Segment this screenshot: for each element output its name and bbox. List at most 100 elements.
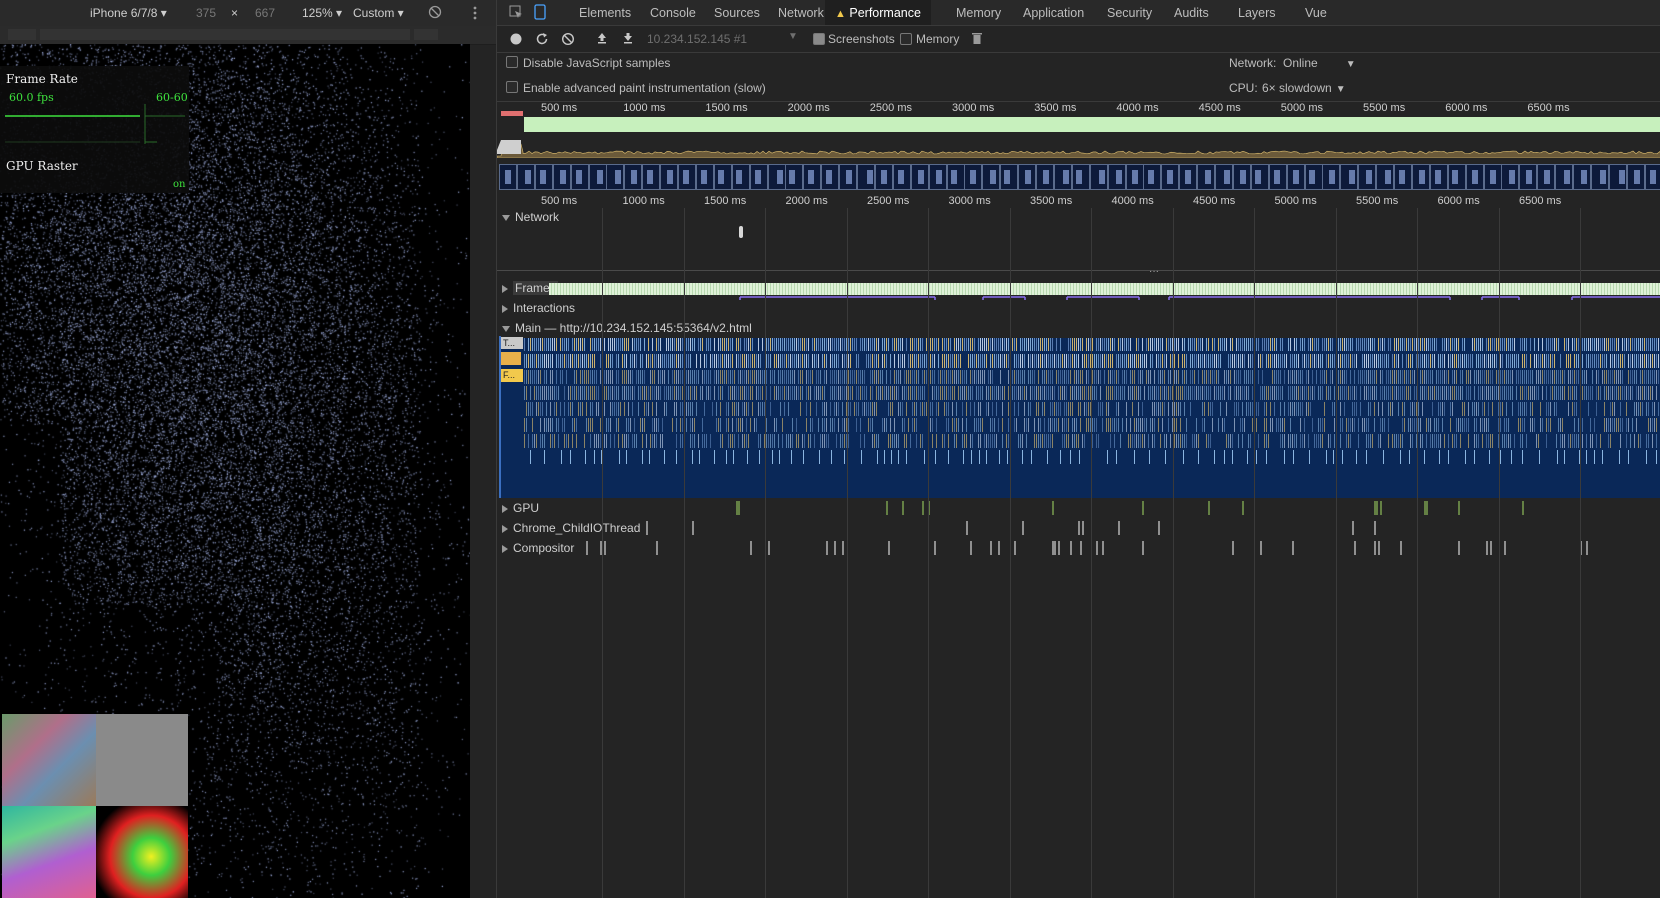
flame-event[interactable] xyxy=(1392,434,1393,448)
screenshot-thumbnail[interactable] xyxy=(803,164,822,190)
flame-event[interactable] xyxy=(966,434,967,448)
flame-event[interactable] xyxy=(1086,354,1087,368)
flame-event[interactable] xyxy=(1454,354,1455,368)
flame-event[interactable] xyxy=(1086,386,1087,400)
flame-event[interactable] xyxy=(792,354,793,368)
network-track-header[interactable]: Network xyxy=(502,210,559,224)
flame-event[interactable] xyxy=(1114,418,1115,432)
flame-event[interactable] xyxy=(938,354,939,368)
flame-event[interactable] xyxy=(706,354,707,368)
flame-event[interactable] xyxy=(1212,370,1213,384)
flame-event[interactable] xyxy=(1516,370,1517,384)
flame-event[interactable] xyxy=(1604,402,1605,416)
flame-event[interactable] xyxy=(730,370,731,384)
flame-event[interactable] xyxy=(1554,402,1555,416)
flame-event[interactable] xyxy=(1100,386,1101,400)
flame-event[interactable] xyxy=(528,338,529,351)
flame-event[interactable] xyxy=(1250,402,1251,416)
flame-event[interactable] xyxy=(788,386,789,400)
flame-event[interactable] xyxy=(966,370,967,384)
flame-event[interactable] xyxy=(1084,354,1085,368)
flame-event[interactable] xyxy=(766,386,767,400)
flame-event[interactable] xyxy=(554,338,555,351)
flame-event[interactable] xyxy=(1518,418,1519,432)
flame-event[interactable] xyxy=(716,370,717,384)
screenshot-thumbnail[interactable] xyxy=(1555,164,1574,190)
flame-event[interactable] xyxy=(798,386,799,400)
flame-event[interactable] xyxy=(1364,338,1365,351)
flame-event[interactable] xyxy=(1520,418,1521,432)
flame-event[interactable] xyxy=(1628,450,1629,464)
flame-event[interactable] xyxy=(1574,338,1575,351)
flame-event[interactable] xyxy=(1458,338,1459,351)
flame-event[interactable] xyxy=(786,338,787,351)
flame-event[interactable] xyxy=(900,370,901,384)
flame-event[interactable] xyxy=(948,418,949,432)
flame-event[interactable] xyxy=(796,434,797,448)
flame-event[interactable] xyxy=(826,370,827,384)
flame-event[interactable] xyxy=(1566,338,1567,351)
flame-event[interactable] xyxy=(978,402,979,416)
flame-event[interactable] xyxy=(604,386,605,400)
flame-event[interactable] xyxy=(820,434,821,448)
flame-event[interactable] xyxy=(720,354,721,368)
flame-event[interactable] xyxy=(1014,338,1015,351)
flame-event[interactable] xyxy=(1226,370,1227,384)
flame-event[interactable] xyxy=(1340,418,1341,432)
flame-event[interactable] xyxy=(1082,338,1083,351)
flame-event[interactable] xyxy=(1486,370,1487,384)
flame-event[interactable] xyxy=(832,418,833,432)
flame-event[interactable] xyxy=(640,354,641,368)
flame-event[interactable] xyxy=(1076,418,1077,432)
flame-event[interactable] xyxy=(932,370,933,384)
flame-event[interactable] xyxy=(1486,338,1487,351)
flame-event[interactable] xyxy=(800,338,801,351)
flame-event[interactable] xyxy=(1148,434,1149,448)
flame-event[interactable] xyxy=(1082,354,1083,368)
flame-event[interactable] xyxy=(1326,338,1327,351)
flame-event[interactable] xyxy=(1450,386,1451,400)
flame-event[interactable] xyxy=(616,354,617,368)
flame-event[interactable] xyxy=(654,370,655,384)
flame-event[interactable] xyxy=(904,386,905,400)
flame-event[interactable] xyxy=(1266,402,1267,416)
flame-event[interactable] xyxy=(582,402,583,416)
flame-event[interactable] xyxy=(1390,386,1391,400)
flame-event[interactable] xyxy=(1240,338,1241,351)
flame-event[interactable] xyxy=(1630,370,1631,384)
flame-event[interactable] xyxy=(1309,450,1310,464)
flame-event[interactable] xyxy=(1194,370,1195,384)
flame-event[interactable] xyxy=(1460,370,1461,384)
flame-event[interactable] xyxy=(618,434,619,448)
flame-event[interactable] xyxy=(1252,338,1253,351)
flame-event[interactable] xyxy=(1390,370,1391,384)
flame-event[interactable] xyxy=(1058,370,1059,384)
flame-event[interactable] xyxy=(1346,418,1347,432)
flame-event[interactable] xyxy=(800,370,801,384)
flame-event[interactable] xyxy=(1576,402,1577,416)
flame-event[interactable] xyxy=(1240,386,1241,400)
flame-event[interactable] xyxy=(750,354,751,368)
flame-event[interactable] xyxy=(694,386,695,400)
flame-event[interactable] xyxy=(1160,434,1161,448)
flame-event[interactable] xyxy=(592,418,593,432)
flame-event[interactable] xyxy=(848,338,849,351)
flame-event[interactable] xyxy=(1564,386,1565,400)
flame-event[interactable] xyxy=(1428,418,1429,432)
flame-event[interactable] xyxy=(912,354,913,368)
flame-event[interactable] xyxy=(1058,402,1059,416)
flame-event[interactable] xyxy=(1086,370,1087,384)
flame-event[interactable] xyxy=(1360,402,1361,416)
flame-event[interactable] xyxy=(1072,338,1073,351)
flame-event[interactable] xyxy=(1050,354,1051,368)
flame-event[interactable] xyxy=(963,450,964,464)
flame-event[interactable] xyxy=(1052,386,1053,400)
flame-event[interactable] xyxy=(1296,370,1297,384)
flame-event[interactable] xyxy=(924,402,925,416)
flame-event[interactable] xyxy=(934,386,935,400)
flame-event[interactable] xyxy=(1320,370,1321,384)
flame-event[interactable] xyxy=(752,354,753,368)
flame-event[interactable] xyxy=(966,418,967,432)
flame-event[interactable] xyxy=(1174,354,1175,368)
flame-event[interactable] xyxy=(1206,354,1207,368)
